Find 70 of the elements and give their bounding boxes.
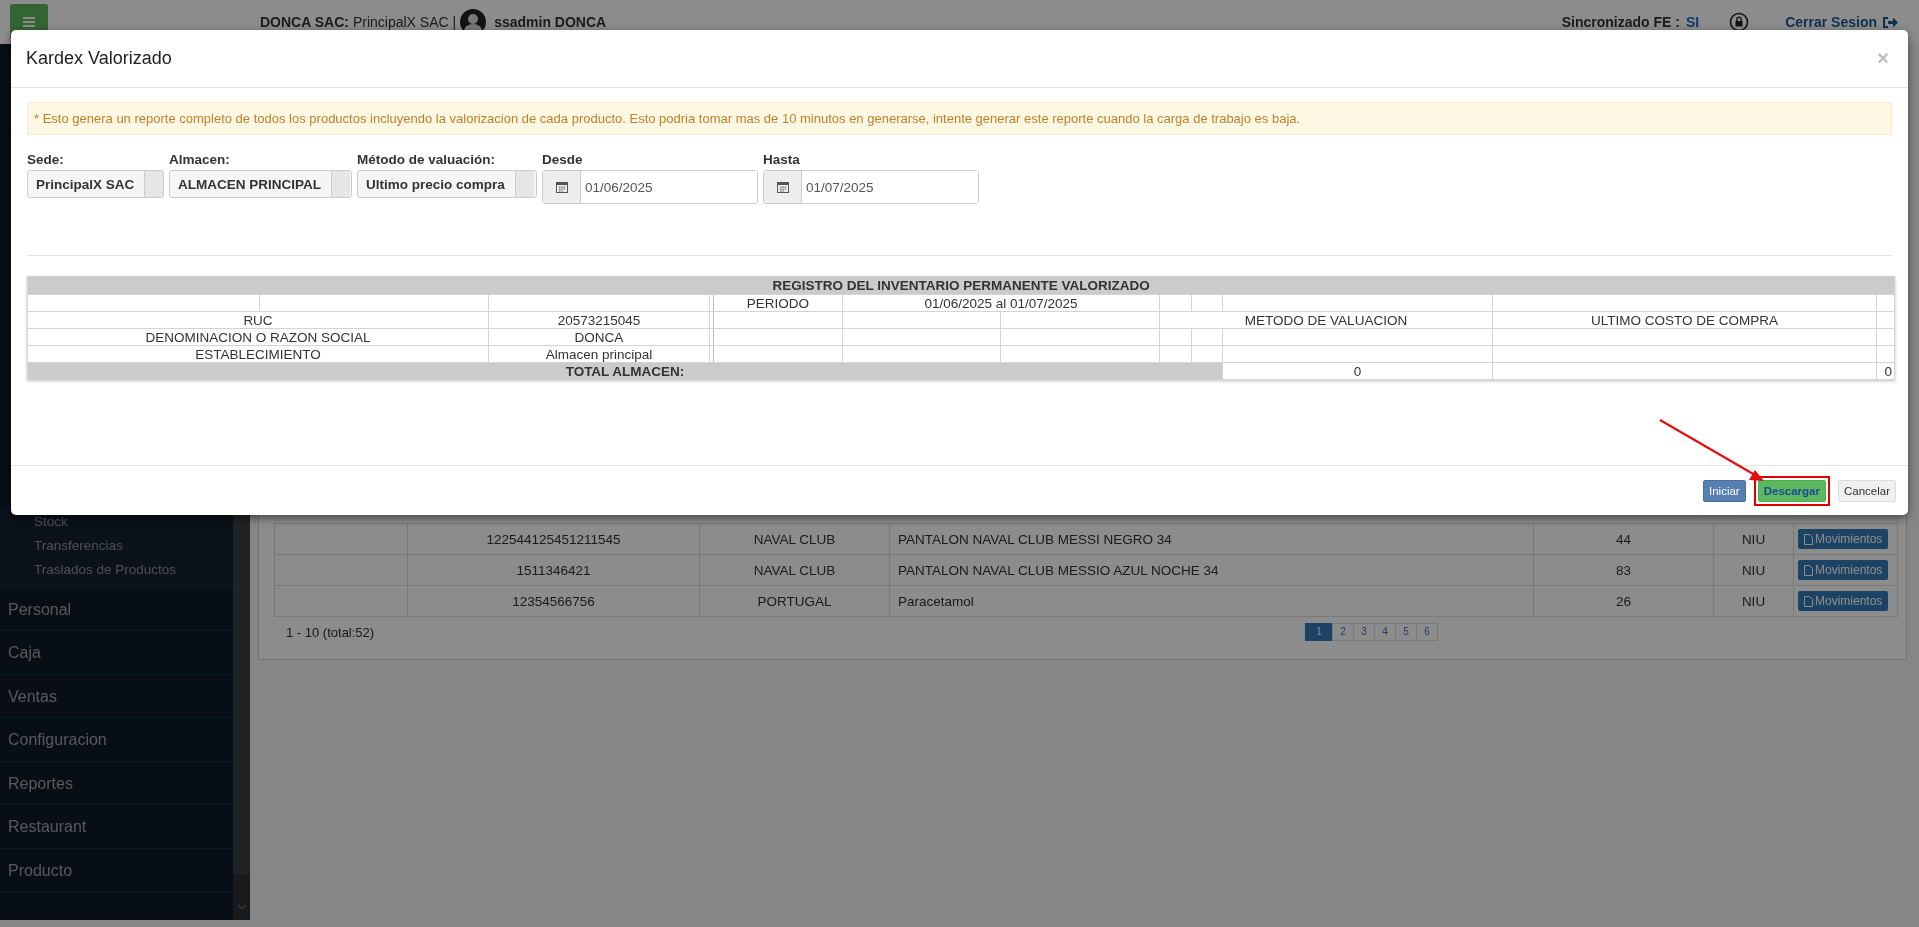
document-icon <box>1804 564 1813 576</box>
menu-icon <box>23 17 35 27</box>
logout-link[interactable]: Cerrar Sesion <box>1785 14 1877 30</box>
table-cell: NIU <box>1713 585 1794 617</box>
document-icon <box>1804 533 1813 545</box>
table-cell: METODO DE VALUACION <box>1159 311 1493 329</box>
company-name: PrincipalX SAC | <box>352 14 457 30</box>
close-button[interactable]: × <box>1873 47 1893 70</box>
table-cell: DONCA <box>488 328 710 346</box>
table-cell: DENOMINACION O RAZON SOCIAL <box>27 328 489 346</box>
page-link[interactable]: 5 <box>1395 623 1417 641</box>
movimientos-button[interactable]: Movimientos <box>1798 560 1889 580</box>
table-cell: 0 <box>1222 362 1493 380</box>
page-link[interactable]: 4 <box>1374 623 1396 641</box>
page-link[interactable]: 2 <box>1332 623 1354 641</box>
date-field[interactable]: 01/07/2025 <box>763 170 979 204</box>
select-dropdown[interactable]: PrincipalX SAC <box>27 170 164 198</box>
table-cell: ESTABLECIMIENTO <box>27 345 489 363</box>
report-title: REGISTRO DEL INVENTARIO PERMANENTE VALORIZADO <box>27 276 1895 295</box>
table-cell: ULTIMO COSTO DE COMPRA <box>1492 311 1877 329</box>
sync-status: SI <box>1685 14 1700 30</box>
page-link[interactable]: 6 <box>1416 623 1438 641</box>
table-cell: Paracetamol <box>889 585 1534 617</box>
movimientos-button[interactable]: Movimientos <box>1798 591 1889 611</box>
page-link[interactable]: 3 <box>1353 623 1375 641</box>
date-field[interactable]: 01/06/2025 <box>542 170 758 204</box>
table-cell: PERIODO <box>713 294 843 312</box>
table-cell: NAVAL CLUB <box>699 554 890 586</box>
select-dropdown[interactable]: Ultimo precio compra <box>357 170 537 198</box>
field-label: Almacen: <box>169 152 231 169</box>
modal-title: Kardex Valorizado <box>26 48 172 69</box>
document-icon <box>1804 595 1813 607</box>
company-label: DONCA SAC: <box>260 14 349 30</box>
field-label: Método de valuación: <box>357 152 496 169</box>
dialog-button[interactable]: Descargar <box>1757 479 1826 502</box>
lock-icon[interactable] <box>1729 12 1750 32</box>
table-cell: 01/06/2025 al 01/07/2025 <box>842 294 1160 312</box>
dialog-button[interactable]: Cancelar <box>1837 479 1896 502</box>
movimientos-button[interactable]: Movimientos <box>1798 529 1889 549</box>
field-label: Hasta <box>763 152 801 169</box>
table-cell: 122544125451211545 <box>407 523 700 555</box>
table-cell: 20573215045 <box>488 311 710 329</box>
table-cell: RUC <box>27 311 489 329</box>
table-cell: 1511346421 <box>407 554 700 586</box>
table-cell: 26 <box>1533 585 1714 617</box>
select-dropdown[interactable]: ALMACEN PRINCIPAL <box>169 170 352 198</box>
page-link[interactable]: 1 <box>1305 623 1333 641</box>
field-label: Desde <box>542 152 584 169</box>
table-cell: NAVAL CLUB <box>699 523 890 555</box>
table-cell: NIU <box>1713 554 1794 586</box>
table-cell: 44 <box>1533 523 1714 555</box>
dialog-button[interactable]: Iniciar <box>1703 479 1746 502</box>
sidebar-subitem[interactable]: Traslados de Productos <box>34 557 233 582</box>
table-cell: PANTALON NAVAL CLUB MESSIO AZUL NOCHE 34 <box>889 554 1534 586</box>
logout-icon[interactable] <box>1882 14 1899 30</box>
user-name: ssadmin DONCA <box>494 14 607 30</box>
table-cell: 0 <box>1876 362 1895 380</box>
pagination-summary: 1 - 10 (total:52) <box>285 624 376 640</box>
field-label: Sede: <box>27 152 65 169</box>
sidebar-subitem[interactable]: Transferencias <box>34 533 233 558</box>
table-cell: Almacen principal <box>488 345 710 363</box>
table-cell: PORTUGAL <box>699 585 890 617</box>
table-cell: 12354566756 <box>407 585 700 617</box>
calendar-icon <box>776 181 789 193</box>
notice-alert: * Esto genera un reporte completo de todos los productos incluyendo la valorizacion de cada producto. Esto podria tomar mas de 10 minutos en generarse, intente generar este reporte cuando la carga de trabajo es baja. <box>27 102 1892 135</box>
calendar-icon <box>555 181 568 193</box>
table-cell: 83 <box>1533 554 1714 586</box>
sync-label: Sincronizado FE : <box>1561 14 1680 30</box>
table-cell: PANTALON NAVAL CLUB MESSI NEGRO 34 <box>889 523 1534 555</box>
table-cell: NIU <box>1713 523 1794 555</box>
